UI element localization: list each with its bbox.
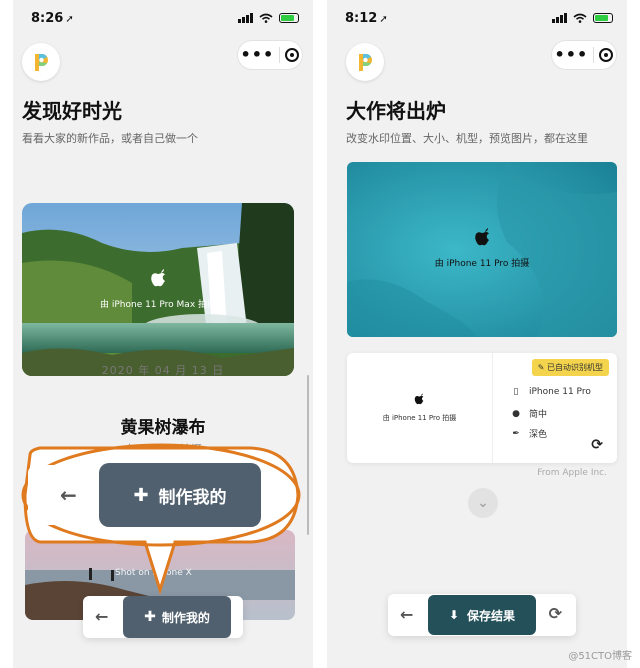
status-time: 8:26 ➚ — [31, 11, 74, 26]
page-title: 发现好时光 — [22, 99, 122, 123]
watermark-settings-card: 由 iPhone 11 Pro 拍摄 ✎ 已自动识别机型 ▯ iPhone 11… — [347, 353, 617, 463]
credit-text: From Apple Inc. — [537, 468, 607, 478]
waterfall-photo — [22, 203, 294, 376]
signal-icon — [238, 13, 253, 23]
apple-logo-icon — [151, 269, 165, 287]
zoom-make-mine-button: ✚ 制作我的 — [99, 463, 261, 527]
logo-p-icon — [359, 54, 372, 71]
photo-watermark-text: 由 iPhone 11 Pro 拍摄 — [434, 259, 530, 269]
make-mine-label: 制作我的 — [161, 610, 210, 625]
site-watermark: @51CTO博客 — [568, 651, 632, 662]
photo-place-title: 黄果树瀑布 — [120, 418, 206, 438]
sea-photo — [347, 162, 617, 337]
make-mine-button[interactable]: ✚ 制作我的 — [123, 596, 231, 638]
right-phone-screen: 8:12➚ ••• 大作将出炉 改变水印位置、大小、机型，预览图片，都在这里 — [327, 0, 627, 668]
zoom-back-arrow-icon: ← — [60, 483, 77, 507]
auto-detect-badge: ✎ 已自动识别机型 — [531, 359, 609, 376]
save-result-button[interactable]: ⬇ 保存结果 — [428, 595, 536, 635]
back-arrow-icon[interactable]: ← — [400, 605, 413, 624]
status-time: 8:12 ➚ — [345, 11, 388, 26]
zoom-make-mine-label: 制作我的 — [158, 487, 227, 508]
more-icon[interactable]: ••• — [241, 47, 275, 63]
apple-logo-icon — [475, 228, 489, 246]
wand-icon: ✎ — [537, 363, 545, 372]
preview-watermark-text: 由 iPhone 11 Pro 拍摄 — [382, 414, 457, 422]
option-language[interactable]: ● 简中 — [511, 407, 547, 421]
wifi-icon — [573, 13, 587, 23]
status-bar: 8:12 ➚ — [327, 0, 627, 40]
wifi-icon — [259, 13, 273, 23]
phone-icon: ▯ — [513, 387, 519, 397]
photo-date: 2020 年 04 月 13 日 — [101, 364, 225, 377]
watermark-preview: 由 iPhone 11 Pro 拍摄 — [347, 353, 492, 463]
scrollbar[interactable] — [307, 375, 309, 535]
sea-photo-card[interactable]: 由 iPhone 11 Pro 拍摄 — [347, 162, 617, 337]
photo-caption-peek: 由 iPh... ...拍摄 — [124, 443, 202, 456]
app-logo — [22, 43, 60, 81]
close-target-icon[interactable] — [599, 48, 614, 62]
mini-program-capsule: ••• — [237, 40, 303, 70]
logo-p-icon — [35, 54, 48, 71]
close-target-icon[interactable] — [285, 48, 300, 62]
left-phone-screen: 8:26 ➚ ••• 发现好时光 看看大家的新作品，或者自己做一个 由 iPho… — [13, 0, 313, 668]
chevron-down-icon: ⌄ — [477, 495, 489, 511]
mini-program-capsule: ••• — [551, 40, 617, 70]
status-bar: 8:26 ➚ — [13, 0, 313, 40]
back-arrow-icon[interactable]: ← — [95, 607, 108, 626]
page-subtitle: 看看大家的新作品，或者自己做一个 — [22, 132, 198, 145]
app-logo — [346, 43, 384, 81]
apple-logo-small-icon — [414, 393, 424, 405]
page-subtitle: 改变水印位置、大小、机型，预览图片，都在这里 — [346, 132, 588, 145]
option-theme[interactable]: ✒ 深色 — [511, 427, 547, 441]
waterfall-photo-card[interactable]: 由 iPhone 11 Pro Max 拍摄 — [22, 203, 294, 376]
battery-icon — [279, 13, 299, 23]
signal-icon — [552, 13, 567, 23]
globe-icon: ● — [512, 408, 520, 419]
page-title: 大作将出炉 — [346, 99, 446, 123]
refresh-icon[interactable]: ⟳ — [591, 437, 603, 453]
battery-icon — [593, 13, 613, 23]
plus-icon: ✚ — [144, 609, 156, 625]
photo-watermark-text: 由 iPhone 11 Pro Max 拍摄 — [99, 300, 217, 310]
beach-watermark-text: Shot on iPhone X — [115, 568, 192, 578]
more-icon[interactable]: ••• — [555, 47, 589, 63]
expand-chevron-button[interactable]: ⌄ — [468, 488, 498, 518]
download-icon: ⬇ — [448, 608, 460, 622]
bottom-action-bar: ← ✚ 制作我的 — [83, 596, 243, 638]
refresh-icon[interactable]: ⟳ — [549, 604, 562, 623]
option-model[interactable]: ▯ iPhone 11 Pro — [511, 387, 591, 397]
brush-icon: ✒ — [512, 428, 520, 439]
save-result-label: 保存结果 — [467, 608, 516, 623]
zoom-plus-icon: ✚ — [133, 484, 149, 506]
